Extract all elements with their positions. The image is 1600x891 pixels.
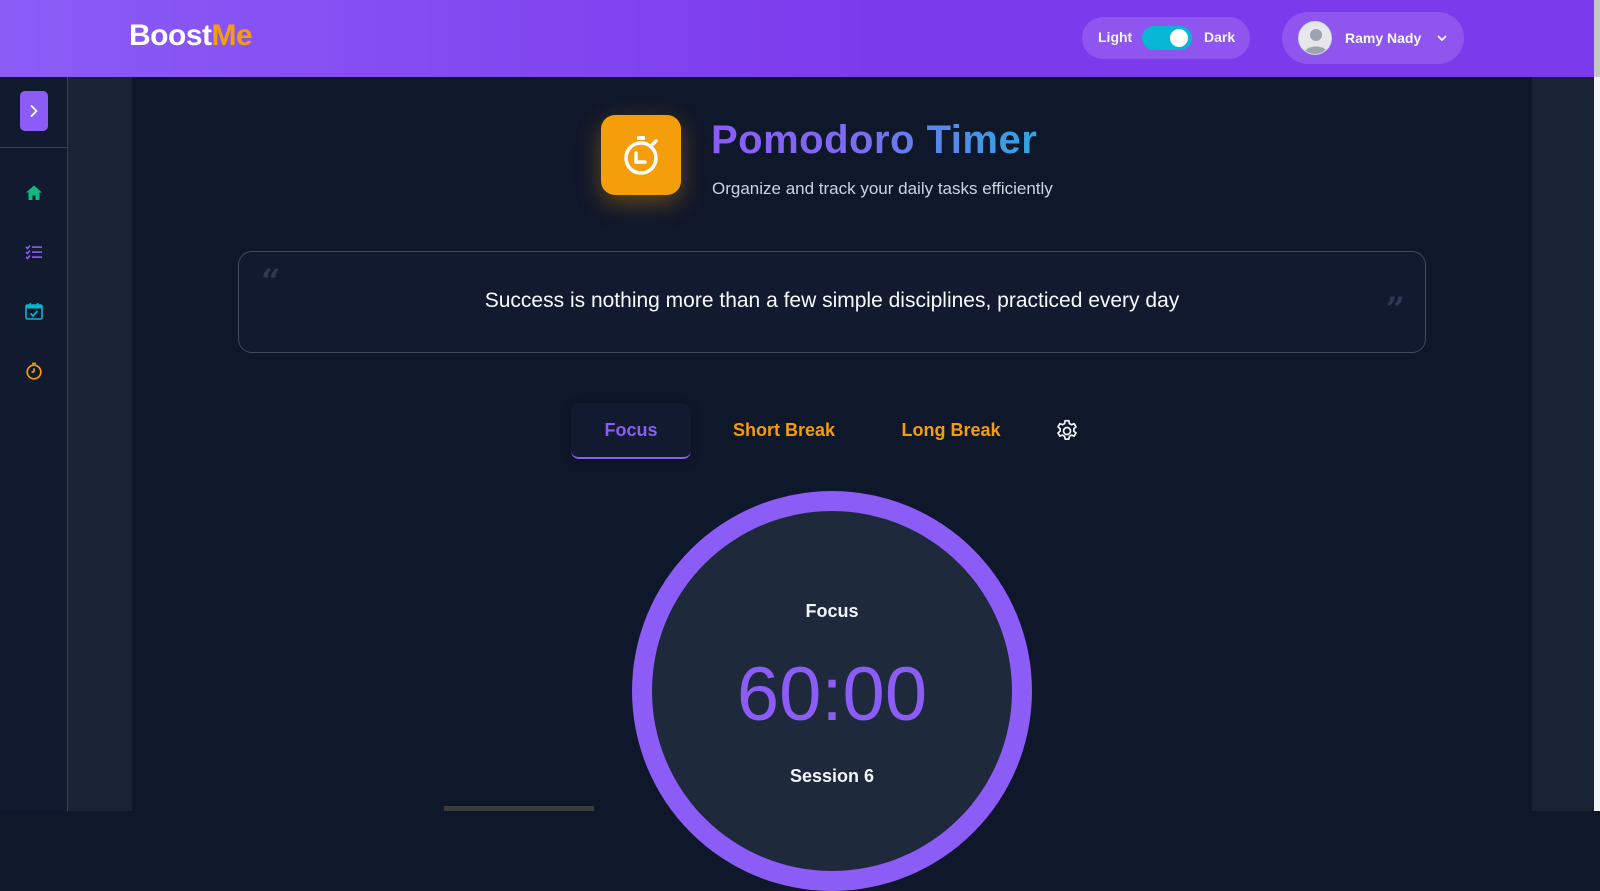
tab-long-break[interactable]: Long Break (886, 403, 1016, 459)
timer-icon (26, 362, 42, 380)
theme-switch-knob (1170, 29, 1188, 47)
sidebar (0, 77, 68, 811)
chevron-down-icon (1436, 31, 1448, 49)
timer-countdown: 60:00 (736, 652, 928, 737)
user-name: Ramy Nady (1345, 30, 1422, 46)
sidebar-item-home[interactable] (24, 183, 44, 203)
page-title: Pomodoro Timer (711, 118, 1038, 162)
top-header: BoostMe Light Dark Ramy Nady (0, 0, 1594, 77)
app-logo[interactable]: BoostMe (129, 19, 253, 53)
right-gutter (1532, 77, 1594, 811)
timer-settings-button[interactable] (1054, 418, 1080, 444)
quote-card: “ Success is nothing more than a few sim… (238, 251, 1426, 353)
user-menu[interactable]: Ramy Nady (1282, 12, 1464, 64)
timer-face: Focus 60:00 Session 6 (652, 511, 1012, 871)
tab-short-break[interactable]: Short Break (719, 403, 849, 459)
quote-close-icon: ” (1385, 290, 1405, 330)
theme-light-label: Light (1098, 29, 1133, 45)
tab-focus[interactable]: Focus (571, 403, 691, 459)
quote-text: Success is nothing more than a few simpl… (484, 289, 1180, 312)
logo-main: Boost (129, 19, 212, 52)
theme-switch[interactable] (1142, 26, 1192, 50)
timer-mode-label: Focus (805, 601, 859, 621)
theme-toggle: Light Dark (1082, 17, 1250, 59)
chevron-right-icon (30, 105, 38, 117)
timer-progress-ring: Focus 60:00 Session 6 (632, 491, 1032, 891)
home-icon (26, 185, 42, 200)
list-icon (25, 244, 42, 260)
avatar (1298, 21, 1332, 55)
title-badge (601, 115, 681, 195)
scrollbar-thumb[interactable] (1594, 0, 1600, 77)
page-subtitle: Organize and track your daily tasks effi… (712, 179, 1053, 198)
vertical-scrollbar[interactable] (1594, 0, 1600, 811)
horizontal-scrollbar-thumb[interactable] (444, 806, 594, 811)
timer-session-label: Session 6 (789, 766, 875, 786)
sidebar-item-tasks[interactable] (24, 242, 44, 262)
left-gutter (68, 77, 132, 811)
logo-accent: Me (211, 19, 253, 52)
calendar-check-icon (25, 303, 43, 320)
theme-dark-label: Dark (1204, 29, 1236, 45)
gear-icon (1057, 419, 1077, 440)
sidebar-item-pomodoro[interactable] (24, 361, 44, 381)
sidebar-expand-button[interactable] (20, 91, 48, 131)
stopwatch-icon (624, 136, 658, 175)
sidebar-item-calendar[interactable] (24, 301, 44, 321)
sidebar-divider (0, 147, 68, 148)
